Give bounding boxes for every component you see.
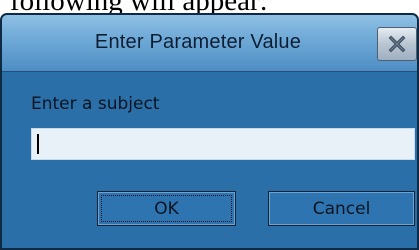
parameter-prompt-label: Enter a subject [31, 94, 160, 114]
enter-parameter-value-dialog: Enter Parameter Value Enter a subject OK… [0, 13, 419, 250]
dialog-titlebar[interactable]: Enter Parameter Value [2, 15, 417, 72]
close-button[interactable] [377, 27, 417, 61]
text-caret [37, 134, 39, 154]
cancel-button-label: Cancel [312, 198, 371, 219]
dialog-title: Enter Parameter Value [94, 31, 302, 53]
close-x-icon [388, 35, 406, 53]
ok-button[interactable]: OK [97, 191, 236, 226]
cancel-button[interactable]: Cancel [268, 191, 415, 226]
ok-button-label: OK [154, 198, 179, 219]
parameter-value-input[interactable] [31, 128, 415, 160]
dialog-client-area: Enter a subject OK Cancel [2, 72, 417, 248]
